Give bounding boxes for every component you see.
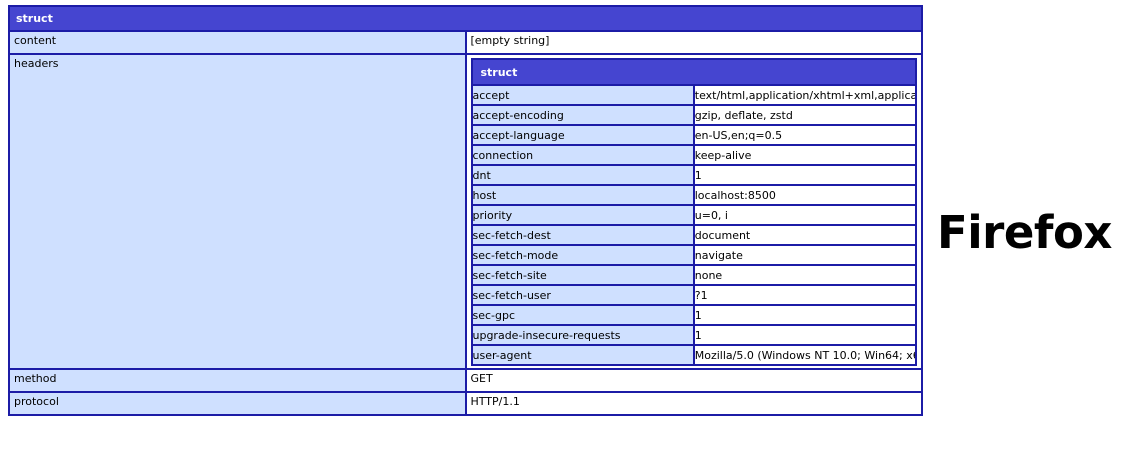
header-row: accept-encoding gzip, deflate, zstd xyxy=(470,104,918,126)
header-row: connection keep-alive xyxy=(470,144,918,166)
header-value: en-US,en;q=0.5 xyxy=(692,124,918,146)
content-key: content xyxy=(8,30,467,55)
struct-header: struct xyxy=(8,5,923,32)
header-value: 1 xyxy=(692,324,918,346)
headers-struct-table: struct accept text/html,application/xhtml… xyxy=(470,58,918,366)
header-value: ?1 xyxy=(692,284,918,306)
header-row: priority u=0, i xyxy=(470,204,918,226)
headers-row: headers struct accept text/html,applicati… xyxy=(8,53,923,370)
header-key: sec-gpc xyxy=(470,304,695,326)
header-value: 1 xyxy=(692,304,918,326)
content-value: [empty string] xyxy=(464,30,923,55)
header-row: sec-fetch-dest document xyxy=(470,224,918,246)
header-key: host xyxy=(470,184,695,206)
header-key: sec-fetch-mode xyxy=(470,244,695,266)
header-key: priority xyxy=(470,204,695,226)
protocol-key: protocol xyxy=(8,391,467,416)
header-key: accept-language xyxy=(470,124,695,146)
header-key: upgrade-insecure-requests xyxy=(470,324,695,346)
header-value: navigate xyxy=(692,244,918,266)
header-key: user-agent xyxy=(470,344,695,366)
header-value: u=0, i xyxy=(692,204,918,226)
method-row: method GET xyxy=(8,368,923,393)
header-row: dnt 1 xyxy=(470,164,918,186)
header-row: sec-fetch-site none xyxy=(470,264,918,286)
header-key: dnt xyxy=(470,164,695,186)
header-value: none xyxy=(692,264,918,286)
header-value: localhost:8500 xyxy=(692,184,918,206)
headers-key: headers xyxy=(8,53,467,370)
protocol-row: protocol HTTP/1.1 xyxy=(8,391,923,416)
browser-name-label: Firefox xyxy=(937,206,1112,259)
header-key: connection xyxy=(470,144,695,166)
header-value: Mozilla/5.0 (Windows NT 10.0; Win64; x64… xyxy=(692,344,918,366)
struct-dump-table: struct content [empty string] headers st… xyxy=(8,5,923,416)
header-key: sec-fetch-site xyxy=(470,264,695,286)
method-value: GET xyxy=(464,368,923,393)
header-row: host localhost:8500 xyxy=(470,184,918,206)
header-key: sec-fetch-dest xyxy=(470,224,695,246)
header-row: sec-fetch-user ?1 xyxy=(470,284,918,306)
content-row: content [empty string] xyxy=(8,30,923,55)
header-value: keep-alive xyxy=(692,144,918,166)
header-row: sec-gpc 1 xyxy=(470,304,918,326)
header-key: sec-fetch-user xyxy=(470,284,695,306)
header-row: upgrade-insecure-requests 1 xyxy=(470,324,918,346)
header-row: user-agent Mozilla/5.0 (Windows NT 10.0; … xyxy=(470,344,918,366)
header-value: gzip, deflate, zstd xyxy=(692,104,918,126)
headers-value: struct accept text/html,application/xhtml… xyxy=(464,53,923,370)
header-key: accept-encoding xyxy=(470,104,695,126)
header-row: accept-language en-US,en;q=0.5 xyxy=(470,124,918,146)
header-row: accept text/html,application/xhtml+xml,ap… xyxy=(470,84,918,106)
header-value: text/html,application/xhtml+xml,applicat… xyxy=(692,84,918,106)
protocol-value: HTTP/1.1 xyxy=(464,391,923,416)
headers-struct-header: struct xyxy=(470,58,917,86)
header-row: sec-fetch-mode navigate xyxy=(470,244,918,266)
header-value: 1 xyxy=(692,164,918,186)
header-value: document xyxy=(692,224,918,246)
header-key: accept xyxy=(470,84,695,106)
method-key: method xyxy=(8,368,467,393)
